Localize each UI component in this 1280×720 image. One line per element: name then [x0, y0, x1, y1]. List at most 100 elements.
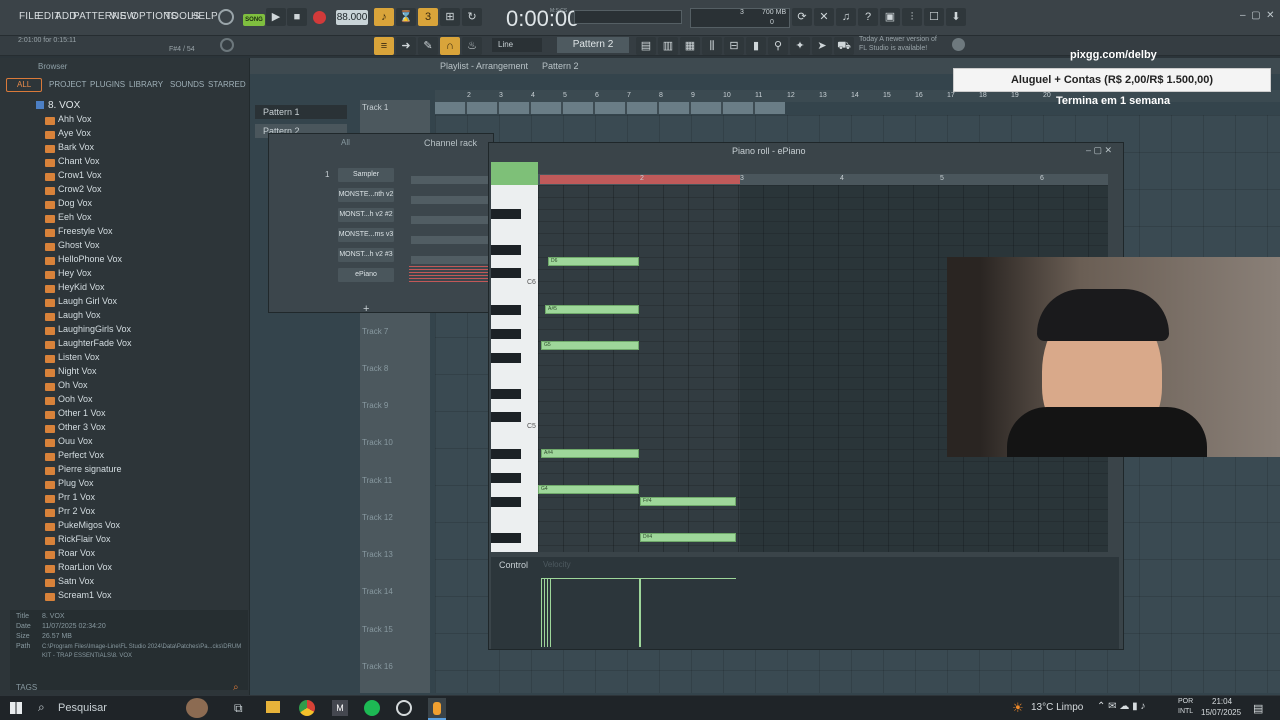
- control-param[interactable]: Velocity: [543, 560, 571, 569]
- mixer-icon[interactable]: ⫶: [902, 8, 922, 26]
- channel-epiano[interactable]: ePiano: [338, 268, 394, 282]
- window-controls[interactable]: – ▢ ✕: [1240, 10, 1275, 21]
- black-key[interactable]: [491, 473, 521, 483]
- taskbar-search[interactable]: Pesquisar: [58, 702, 107, 714]
- browser-item[interactable]: RickFlair Vox: [58, 534, 111, 544]
- browser-item[interactable]: Crow2 Vox: [58, 184, 102, 194]
- note-f-sharp-4[interactable]: F#4: [640, 497, 736, 506]
- song-mode-toggle[interactable]: SONG: [243, 14, 265, 26]
- obs-icon[interactable]: [396, 700, 412, 716]
- black-key[interactable]: [491, 268, 521, 278]
- browser-item[interactable]: Prr 1 Vox: [58, 492, 95, 502]
- arrow-right-icon[interactable]: ➜: [396, 37, 416, 55]
- file-explorer-icon[interactable]: [266, 701, 280, 713]
- metronome-icon[interactable]: ♪: [374, 8, 394, 26]
- download-icon[interactable]: ⬇: [946, 8, 966, 26]
- browser-item[interactable]: Listen Vox: [58, 352, 100, 362]
- track-12-label[interactable]: Track 12: [362, 513, 428, 522]
- browser-folder[interactable]: 8. VOX: [48, 100, 80, 111]
- plugin-db-icon[interactable]: ▮: [746, 37, 766, 55]
- black-key[interactable]: [491, 533, 521, 543]
- track-7-label[interactable]: Track 7: [362, 327, 428, 336]
- fl-studio-taskbar-icon[interactable]: [428, 698, 446, 720]
- browser-icon[interactable]: ⊟: [724, 37, 744, 55]
- master-volume-knob[interactable]: [218, 9, 234, 25]
- browser-item[interactable]: Satn Vox: [58, 576, 94, 586]
- track-16-label[interactable]: Track 16: [362, 662, 428, 671]
- track-1-label[interactable]: Track 1: [362, 103, 428, 112]
- tree-icon[interactable]: ⚲: [768, 37, 788, 55]
- note-d6[interactable]: D6: [548, 257, 639, 266]
- tempo-display[interactable]: 88.000: [336, 10, 368, 25]
- snap-select[interactable]: Line: [492, 38, 542, 52]
- track-14-label[interactable]: Track 14: [362, 587, 428, 596]
- chat-icon[interactable]: ☐: [924, 8, 944, 26]
- tray-icons[interactable]: ⌃ ✉ ☁ ▮ ♪: [1097, 701, 1145, 712]
- channel-rack-icon[interactable]: ▦: [680, 37, 700, 55]
- mixer-view-icon[interactable]: ⫼: [702, 37, 722, 55]
- app-icon[interactable]: M: [332, 700, 348, 716]
- channel-monster-2[interactable]: MONST...h v2 #2: [338, 208, 394, 222]
- black-key[interactable]: [491, 305, 521, 315]
- update-icon[interactable]: [952, 38, 965, 51]
- track-9-label[interactable]: Track 9: [362, 401, 428, 410]
- add-channel-button[interactable]: +: [363, 303, 369, 315]
- browser-item[interactable]: Crow1 Vox: [58, 170, 102, 180]
- fx-icon[interactable]: ➤: [812, 37, 832, 55]
- clock-date[interactable]: 15/07/2025: [1201, 708, 1241, 717]
- browser-item[interactable]: Ahh Vox: [58, 114, 92, 124]
- browser-item[interactable]: Plug Vox: [58, 478, 94, 488]
- browser-item[interactable]: Eeh Vox: [58, 212, 92, 222]
- chrome-icon[interactable]: [299, 700, 315, 716]
- spotify-icon[interactable]: [364, 700, 380, 716]
- browser-item[interactable]: Perfect Vox: [58, 450, 104, 460]
- browser-item[interactable]: Bark Vox: [58, 142, 94, 152]
- tags-label[interactable]: TAGS: [16, 683, 37, 692]
- browser-item[interactable]: RoarLion Vox: [58, 562, 112, 572]
- note-a-sharp-5[interactable]: A#5: [545, 305, 639, 314]
- browser-tab-library[interactable]: LIBRARY: [129, 80, 163, 89]
- black-key[interactable]: [491, 449, 521, 459]
- microphone-icon[interactable]: ♫: [836, 8, 856, 26]
- browser-item[interactable]: PukeMigos Vox: [58, 520, 120, 530]
- track-8-label[interactable]: Track 8: [362, 364, 428, 373]
- countdown-icon[interactable]: 3: [418, 8, 438, 26]
- black-key[interactable]: [491, 497, 521, 507]
- task-view-icon[interactable]: ⧉: [234, 701, 243, 716]
- pitch-knob[interactable]: [220, 38, 234, 52]
- note-a-sharp-4[interactable]: A#4: [541, 449, 639, 458]
- cart-icon[interactable]: ⛟: [834, 37, 854, 55]
- language-2[interactable]: INTL: [1178, 708, 1193, 715]
- track-15-label[interactable]: Track 15: [362, 625, 428, 634]
- browser-item[interactable]: Roar Vox: [58, 548, 95, 558]
- stop-icon[interactable]: ■: [287, 8, 307, 26]
- browser-tab-plugins[interactable]: PLUGINS: [90, 80, 125, 89]
- browser-item[interactable]: Prr 2 Vox: [58, 506, 95, 516]
- velocity-bars-1[interactable]: [541, 579, 551, 647]
- main-pitch-slider[interactable]: [574, 10, 682, 24]
- taskbar-search-icon[interactable]: ⌕: [38, 700, 45, 715]
- pattern-selector[interactable]: Pattern 2: [557, 37, 629, 53]
- windows-start-icon[interactable]: [10, 702, 22, 714]
- black-key[interactable]: [491, 353, 521, 363]
- browser-item[interactable]: Aye Vox: [58, 128, 91, 138]
- weather-text[interactable]: 13°C Limpo: [1031, 702, 1083, 713]
- browser-item[interactable]: HelloPhone Vox: [58, 254, 122, 264]
- browser-item[interactable]: LaughterFade Vox: [58, 338, 132, 348]
- weather-icon[interactable]: ☀: [1012, 700, 1024, 716]
- paint-icon[interactable]: ✎: [418, 37, 438, 55]
- playlist-icon[interactable]: ▤: [636, 37, 656, 55]
- notification-icon[interactable]: ▤: [1253, 702, 1263, 715]
- browser-item[interactable]: HeyKid Vox: [58, 282, 105, 292]
- note-g5[interactable]: G5: [541, 341, 639, 350]
- control-lane[interactable]: Control Velocity: [491, 557, 1119, 649]
- loop-record-icon[interactable]: ↻: [462, 8, 482, 26]
- search-icon[interactable]: ⌕: [233, 682, 239, 693]
- browser-item[interactable]: Night Vox: [58, 366, 97, 376]
- channel-filter[interactable]: All: [341, 138, 350, 147]
- playlist-clip-row[interactable]: [435, 102, 785, 114]
- save-icon[interactable]: ▣: [880, 8, 900, 26]
- track-13-label[interactable]: Track 13: [362, 550, 428, 559]
- wait-icon[interactable]: ⌛: [396, 8, 416, 26]
- menu-help[interactable]: HELP: [191, 11, 218, 22]
